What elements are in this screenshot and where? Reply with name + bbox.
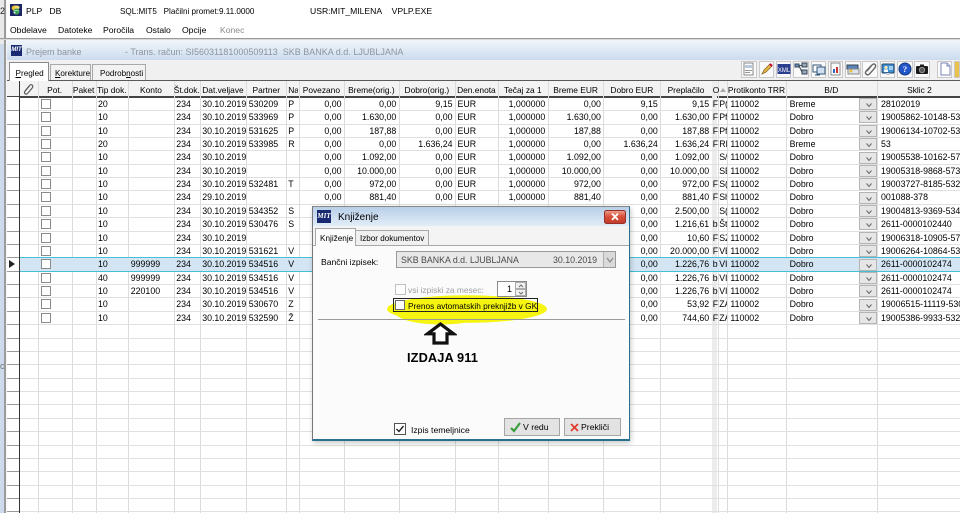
svg-text:?: ?	[903, 64, 907, 74]
svg-text:XML: XML	[778, 68, 791, 74]
